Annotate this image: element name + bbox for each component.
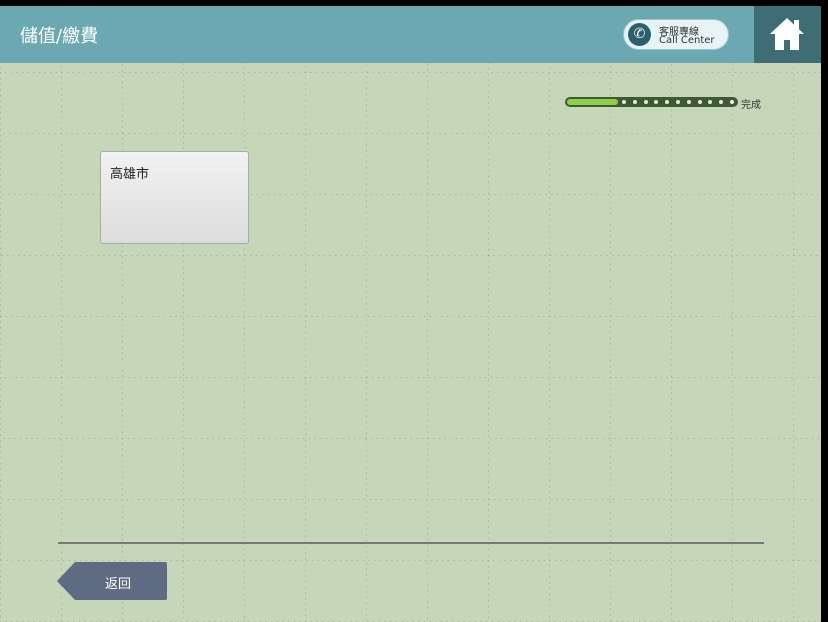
progress-step-dot (633, 100, 637, 104)
home-button[interactable] (754, 6, 821, 63)
progress-bar (565, 97, 738, 107)
city-label: 高雄市 (110, 167, 150, 182)
city-option-card[interactable]: 高雄市 (100, 151, 249, 244)
progress-step-dot (665, 100, 669, 104)
phone-icon: ✆ (628, 23, 651, 46)
progress-step-dot (644, 100, 648, 104)
progress-step-dot (676, 100, 680, 104)
home-icon (770, 18, 804, 50)
footer-divider (58, 542, 764, 544)
progress-step-dot (719, 100, 723, 104)
progress-step-dot (698, 100, 702, 104)
right-border (821, 0, 828, 622)
call-center-button[interactable]: ✆ 客服專線 Call Center (623, 19, 729, 50)
progress-step-dot (654, 100, 658, 104)
back-button-label: 返回 (105, 577, 132, 592)
page-title: 儲值/繳費 (20, 26, 99, 47)
header-bar: 儲值/繳費 ✆ 客服專線 Call Center (0, 6, 821, 63)
progress-fill (567, 99, 618, 105)
back-button[interactable]: 返回 (57, 562, 167, 600)
progress-step-dot (687, 100, 691, 104)
progress-step-dot (730, 100, 734, 104)
progress-step-dot (622, 100, 626, 104)
progress-label: 完成 (741, 100, 761, 111)
progress-step-dot (708, 100, 712, 104)
call-center-label-en: Call Center (659, 35, 715, 46)
